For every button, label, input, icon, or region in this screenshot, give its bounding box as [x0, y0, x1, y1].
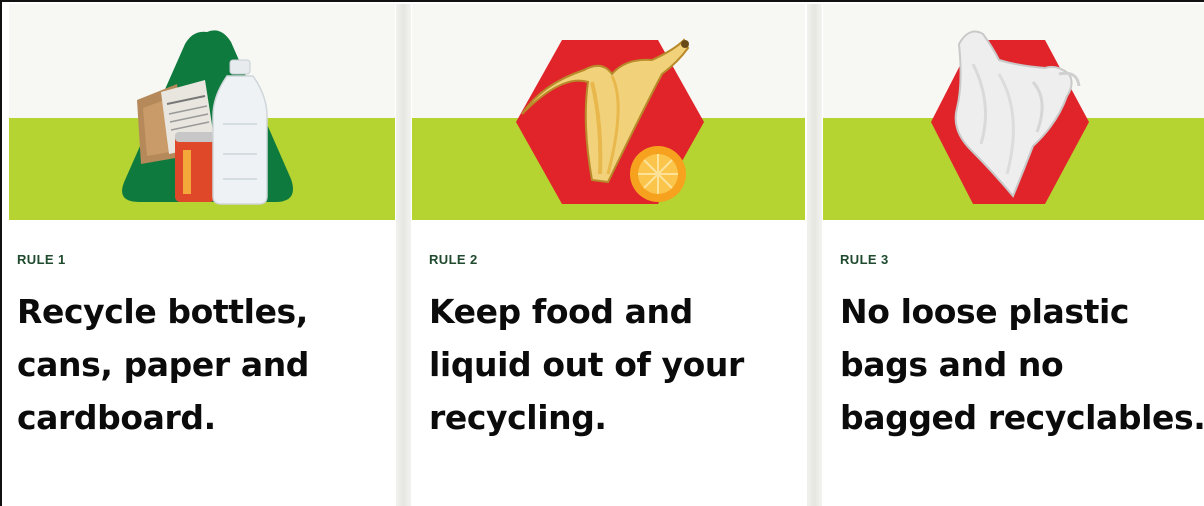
rule-text: No loose plastic bags and no bagged recy…: [840, 292, 1204, 437]
rule-1-banner: [9, 4, 395, 220]
card-divider: [807, 4, 822, 506]
card-divider: [396, 4, 411, 506]
plastic-bag-hexagon-icon: [931, 30, 1089, 204]
recyclables-triangle-icon: [122, 30, 293, 205]
rule-label: RULE 2: [429, 252, 478, 267]
rule-label: RULE 3: [840, 252, 889, 267]
rule-3-banner: [823, 4, 1204, 220]
rule-text: Recycle bottles, cans, paper and cardboa…: [17, 292, 310, 437]
rule-card-2: RULE 2 Keep food and liquid out of your …: [412, 4, 805, 506]
rule-2-banner: [412, 4, 805, 220]
rule-card-1: RULE 1 Recycle bottles, cans, paper and …: [9, 4, 395, 506]
rule-card-3: RULE 3 No loose plastic bags and no bagg…: [823, 4, 1204, 506]
rule-label: RULE 1: [17, 252, 66, 267]
food-waste-hexagon-icon: [516, 38, 704, 204]
rule-text: Keep food and liquid out of your recycli…: [429, 292, 744, 437]
recycling-rules-panel: RULE 1 Recycle bottles, cans, paper and …: [0, 0, 1204, 506]
